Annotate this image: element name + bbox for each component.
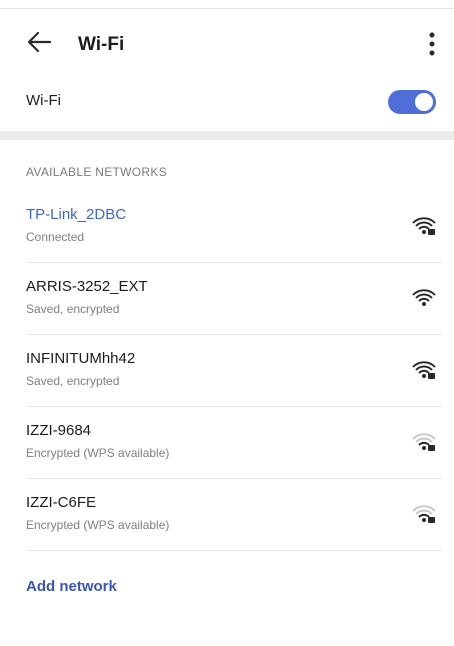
network-name: INFINITUMhh42 (26, 350, 136, 367)
network-status: Saved, encrypted (26, 374, 120, 388)
network-status: Encrypted (WPS available) (26, 446, 170, 460)
wifi-signal-weak-locked-icon (412, 505, 436, 523)
network-item-infinitum[interactable]: INFINITUMhh42 Saved, encrypted (26, 342, 442, 407)
wifi-signal-icon (412, 289, 436, 306)
add-network-button[interactable]: Add network (26, 578, 117, 595)
network-item-izzi-9684[interactable]: IZZI-9684 Encrypted (WPS available) (26, 414, 442, 479)
wifi-signal-weak-locked-icon (412, 433, 436, 451)
network-status: Saved, encrypted (26, 302, 120, 316)
network-status: Encrypted (WPS available) (26, 518, 170, 532)
wifi-toggle-row[interactable]: Wi-Fi (0, 76, 454, 128)
toggle-knob (415, 93, 433, 111)
app-bar: Wi-Fi (0, 10, 454, 76)
available-networks-header: AVAILABLE NETWORKS (26, 165, 167, 179)
network-name: IZZI-C6FE (26, 494, 96, 511)
network-status: Connected (26, 230, 85, 244)
arrow-left-icon[interactable] (26, 30, 52, 54)
more-vert-icon[interactable] (424, 30, 440, 58)
network-name: TP-Link_2DBC (26, 206, 127, 223)
network-name: IZZI-9684 (26, 422, 92, 439)
network-item-arris[interactable]: ARRIS-3252_EXT Saved, encrypted (26, 270, 442, 335)
network-item-izzi-c6fe[interactable]: IZZI-C6FE Encrypted (WPS available) (26, 486, 442, 551)
section-divider (0, 131, 454, 140)
wifi-signal-locked-icon (412, 217, 436, 235)
network-name: ARRIS-3252_EXT (26, 278, 148, 295)
top-divider (0, 8, 454, 9)
wifi-toggle-label: Wi-Fi (26, 92, 61, 109)
wifi-signal-locked-icon (412, 361, 436, 379)
page-title: Wi-Fi (78, 34, 125, 55)
network-item-tp-link[interactable]: TP-Link_2DBC Connected (26, 198, 442, 263)
wifi-toggle-switch[interactable] (388, 90, 436, 114)
